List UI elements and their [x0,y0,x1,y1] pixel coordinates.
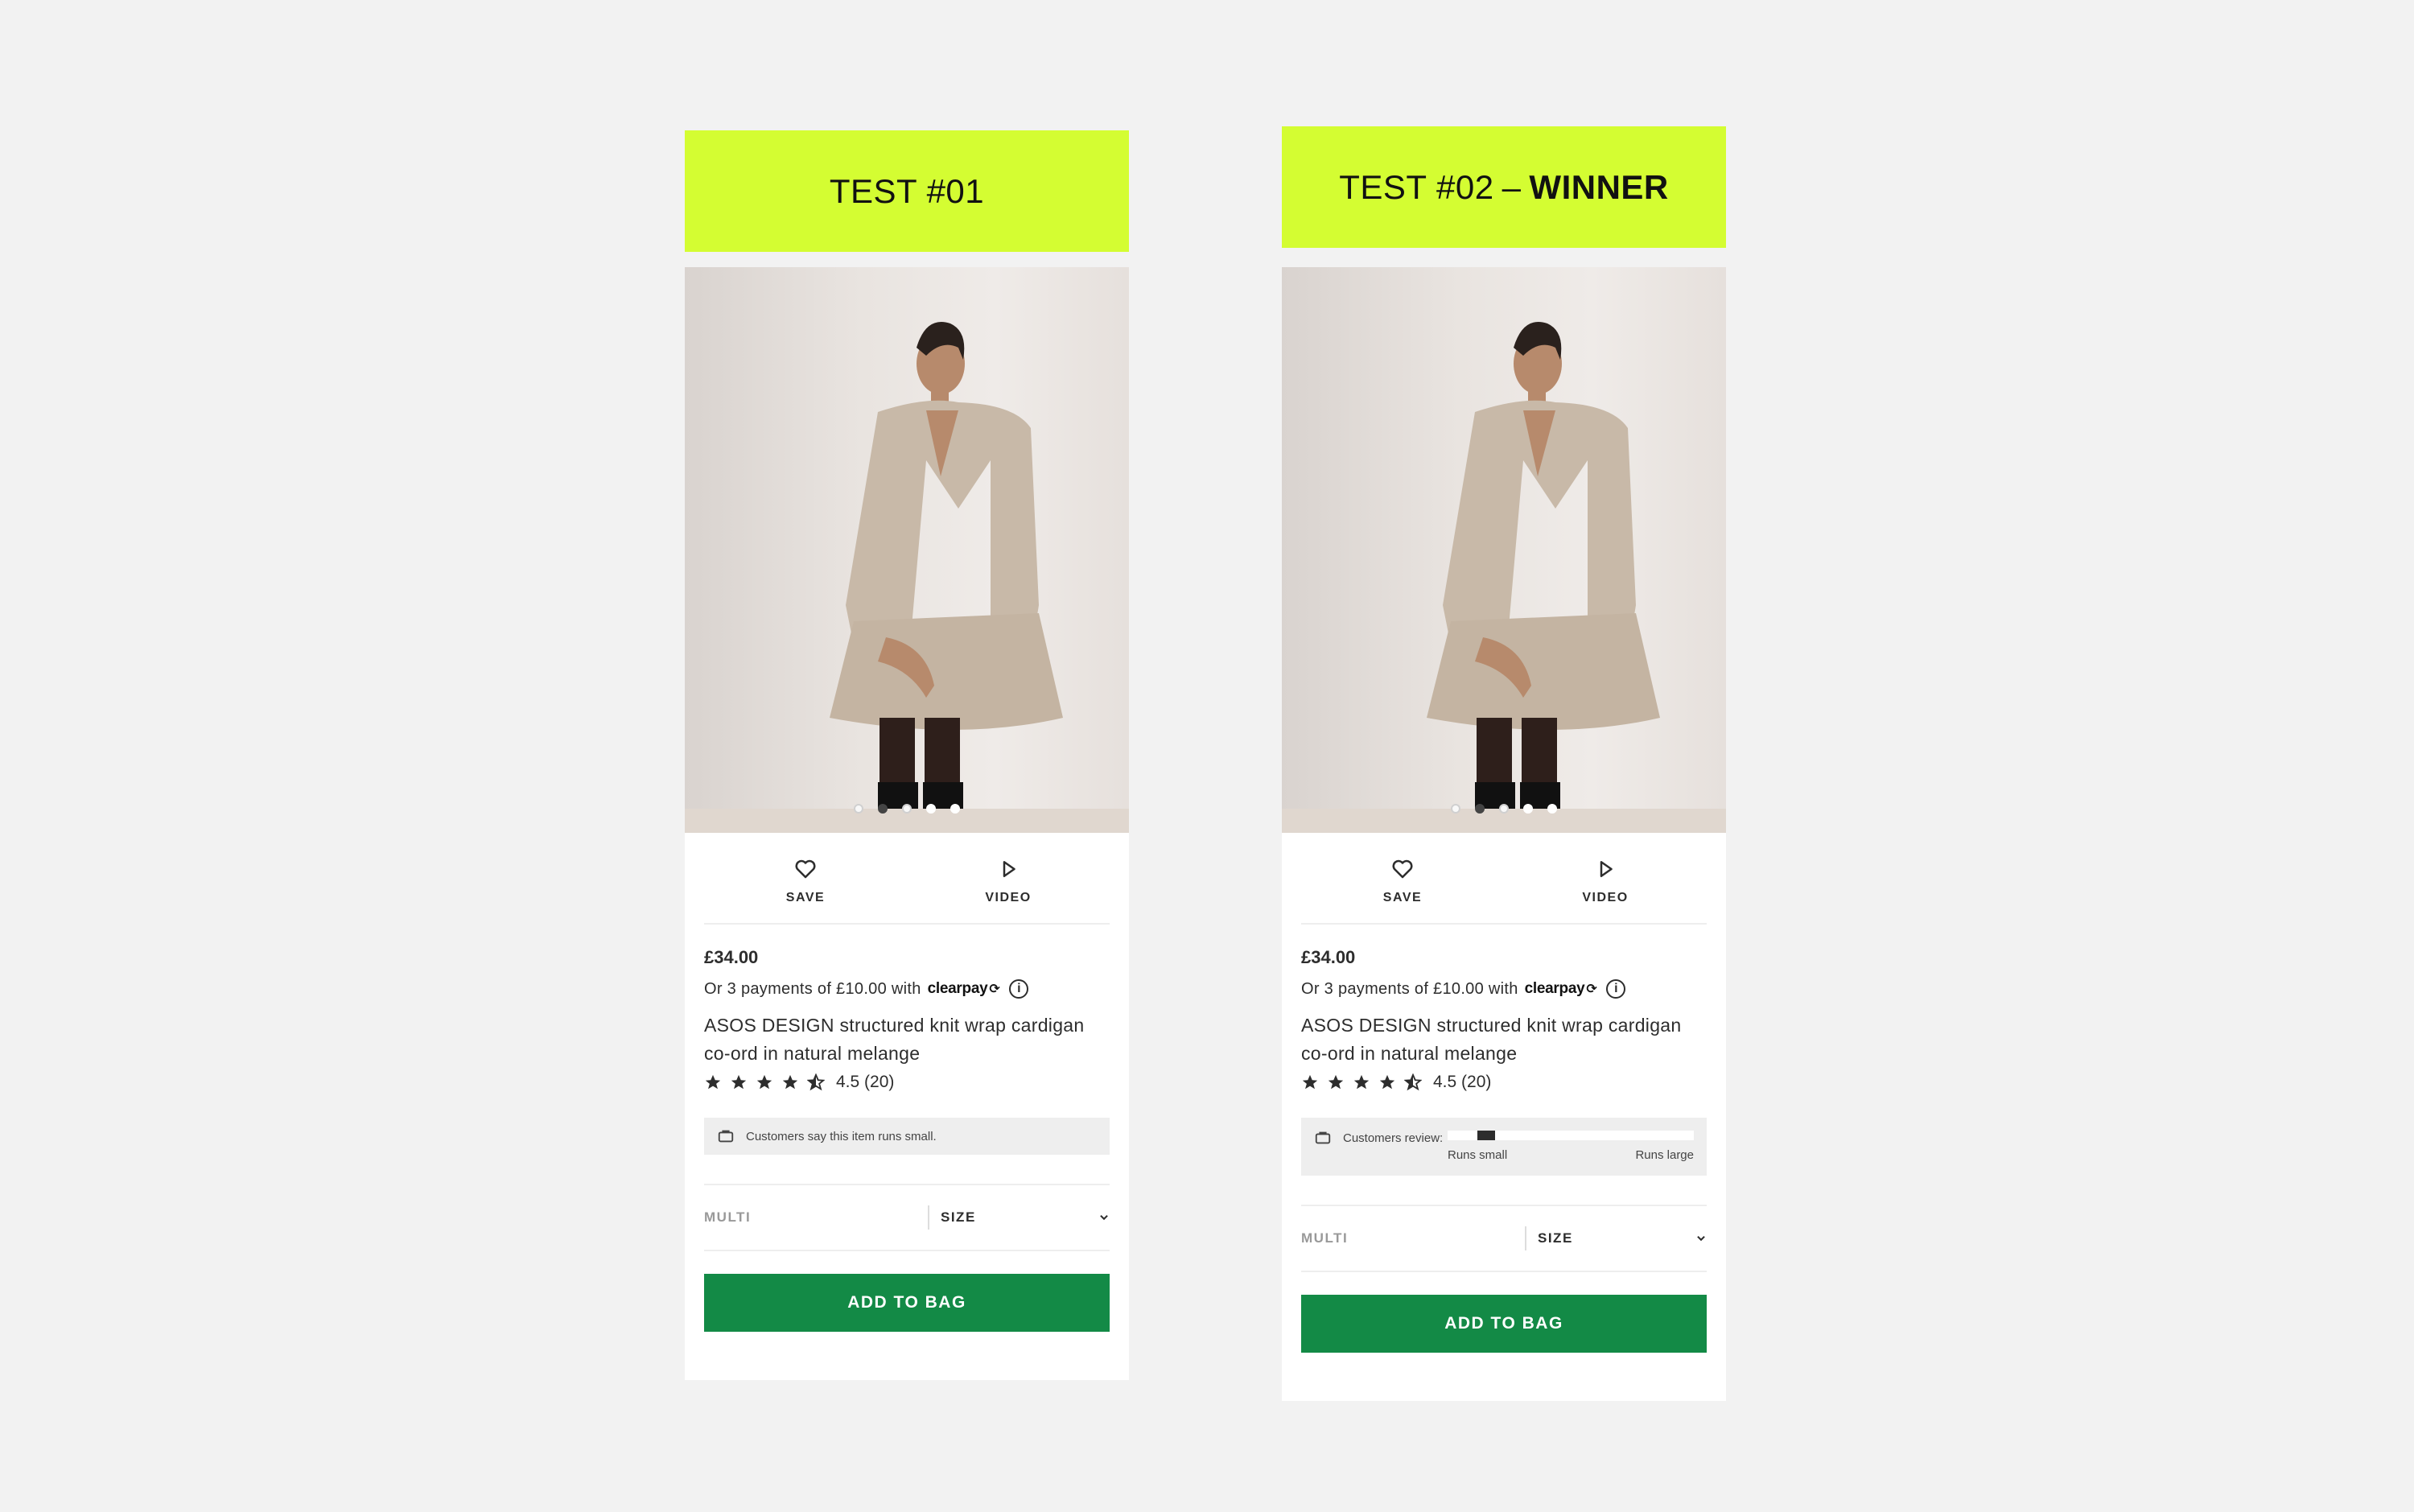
half-star-icon [1404,1073,1422,1091]
variant-select-row: MULTI SIZE [1301,1205,1707,1272]
installments-row: Or 3 payments of £10.00 with clearpay ⟳ i [1301,979,1707,999]
fit-note-box: Customers say this item runs small. [704,1118,1110,1155]
info-icon[interactable]: i [1009,979,1029,999]
fit-review-box: Customers review: Runs small Runs large [1301,1118,1707,1176]
gallery-dot[interactable] [1499,804,1509,814]
fit-scale: Runs small Runs large [1448,1129,1694,1166]
rating-text: 4.5 (20) [836,1073,895,1091]
price: £34.00 [1301,947,1356,967]
test-header-winner: WINNER [1529,167,1669,206]
product-image[interactable] [685,267,1129,833]
chevron-down-icon [1697,1235,1705,1242]
model-photo [830,322,1063,833]
save-button[interactable]: SAVE [757,857,854,905]
info-icon[interactable]: i [1606,979,1626,999]
half-star-icon [807,1073,825,1091]
gallery-dot[interactable] [854,804,863,814]
rating-text: 4.5 (20) [1433,1073,1492,1091]
chevron-down-icon [1100,1214,1108,1221]
star-rating [704,1073,825,1091]
test-header: TEST #02 – WINNER [1282,126,1726,248]
product-info-card: SAVE VIDEO £34.00 Or 3 payments of £10.0… [685,833,1129,1380]
fit-scale-left-label: Runs small [1448,1148,1508,1162]
star-rating [1301,1073,1422,1091]
gallery-dots[interactable] [1282,804,1726,814]
fit-scale-right-label: Runs large [1635,1148,1694,1162]
save-label: SAVE [785,891,826,904]
product-title[interactable]: ASOS DESIGN structured knit wrap cardiga… [704,1011,1110,1068]
hanger-icon [1315,1131,1331,1144]
hanger-icon [718,1130,734,1143]
clearpay-logo: clearpay ⟳ [927,980,1000,997]
size-dropdown[interactable]: SIZE [928,1205,1110,1230]
test-panel-2: TEST #02 – WINNER SAVE VIDEO £34.00 Or 3… [1282,126,1726,1401]
product-image[interactable] [1282,267,1726,833]
rating-row[interactable]: 4.5 (20) [1301,1073,1707,1092]
play-icon [1600,861,1613,877]
gallery-dot[interactable] [902,804,912,814]
test-header-text: TEST #01 [829,171,985,210]
fit-note-text: Customers say this item runs small. [746,1129,937,1143]
video-label: VIDEO [1582,891,1629,904]
play-icon [1003,861,1015,877]
fit-review-label: Customers review: [1343,1131,1444,1145]
rating-row[interactable]: 4.5 (20) [704,1073,1110,1092]
colour-label: MULTI [1301,1230,1349,1246]
heart-icon [795,859,816,879]
add-to-bag-button[interactable]: ADD TO BAG [704,1274,1110,1332]
fit-scale-marker [1477,1131,1495,1140]
variant-select-row: MULTI SIZE [704,1184,1110,1251]
gallery-dot-active[interactable] [1475,804,1485,814]
video-button[interactable]: VIDEO [960,857,1057,905]
model-photo [1427,322,1660,833]
save-label: SAVE [1382,891,1423,904]
clearpay-logo: clearpay ⟳ [1524,980,1597,997]
gallery-dot[interactable] [926,804,936,814]
gallery-dot-active[interactable] [878,804,888,814]
test-header-text: TEST #02 [1339,167,1494,206]
gallery-dot[interactable] [950,804,960,814]
gallery-dot[interactable] [1547,804,1557,814]
video-button[interactable]: VIDEO [1557,857,1654,905]
gallery-dots[interactable] [685,804,1129,814]
size-label: SIZE [941,1209,976,1225]
product-title[interactable]: ASOS DESIGN structured knit wrap cardiga… [1301,1011,1707,1068]
star-icon [705,1074,721,1090]
gallery-dot[interactable] [1451,804,1460,814]
product-actions: SAVE VIDEO [1301,833,1707,925]
size-label: SIZE [1538,1230,1573,1246]
test-header: TEST #01 [685,130,1129,252]
star-icon [1328,1074,1344,1090]
product-actions: SAVE VIDEO [704,833,1110,925]
heart-icon [1392,859,1413,879]
test-panel-1: TEST #01 SAVE VIDEO £34.00 Or 3 payments… [685,130,1129,1380]
gallery-dot[interactable] [1523,804,1533,814]
star-icon [1353,1074,1370,1090]
size-dropdown[interactable]: SIZE [1525,1226,1707,1250]
star-icon [731,1074,747,1090]
price: £34.00 [704,947,759,967]
star-icon [782,1074,798,1090]
test-header-separator: – [1502,167,1522,206]
add-to-bag-button[interactable]: ADD TO BAG [1301,1295,1707,1353]
video-label: VIDEO [985,891,1032,904]
save-button[interactable]: SAVE [1354,857,1451,905]
colour-label: MULTI [704,1209,752,1225]
installments-row: Or 3 payments of £10.00 with clearpay ⟳ i [704,979,1110,999]
star-icon [756,1074,772,1090]
product-info-card: SAVE VIDEO £34.00 Or 3 payments of £10.0… [1282,833,1726,1401]
installments-text: Or 3 payments of £10.00 with [1301,979,1518,998]
installments-text: Or 3 payments of £10.00 with [704,979,921,998]
star-icon [1379,1074,1395,1090]
star-icon [1302,1074,1318,1090]
